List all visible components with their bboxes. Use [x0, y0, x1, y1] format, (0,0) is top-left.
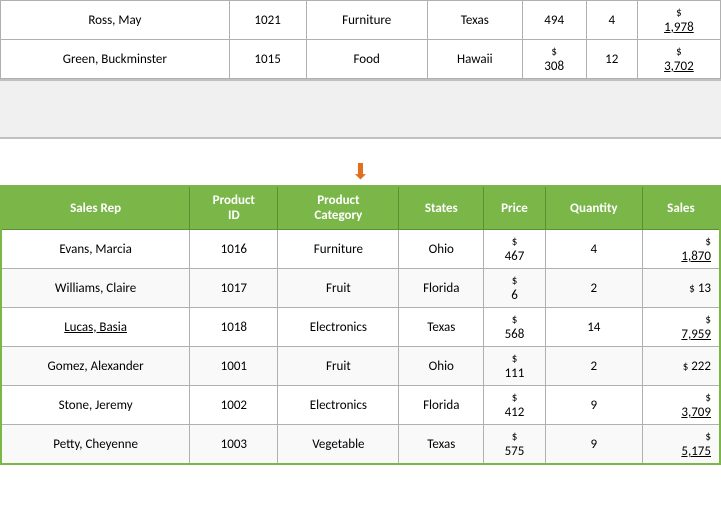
product-category-cell: Electronics: [278, 386, 399, 425]
quantity-cell: 4: [545, 230, 642, 269]
state-cell: Ohio: [399, 347, 484, 386]
price-cell: $6: [484, 269, 545, 308]
arrow-down-icon: ⬇: [351, 158, 369, 185]
state-cell: Ohio: [399, 230, 484, 269]
price-cell: $111: [484, 347, 545, 386]
header-price: Price: [484, 186, 545, 230]
table-row: Ross, May1021FurnitureTexas4944$1,978: [1, 1, 721, 40]
product-category-cell: Vegetable: [278, 425, 399, 465]
header-quantity: Quantity: [545, 186, 642, 230]
header-sales: Sales: [642, 186, 720, 230]
state-cell: Florida: [399, 269, 484, 308]
product-category-cell: Electronics: [278, 308, 399, 347]
product-category-cell: Fruit: [278, 347, 399, 386]
product-id-cell: 1016: [190, 230, 278, 269]
sales-cell: $1,870: [642, 230, 720, 269]
price-cell: 494: [522, 1, 586, 40]
table-row: Lucas, Basia1018ElectronicsTexas$56814$7…: [1, 308, 720, 347]
product-id-cell: 1015: [229, 40, 306, 79]
state-cell: Texas: [399, 308, 484, 347]
quantity-cell: 2: [545, 269, 642, 308]
table-row: Stone, Jeremy1002ElectronicsFlorida$4129…: [1, 386, 720, 425]
quantity-cell: 9: [545, 386, 642, 425]
sales-rep-cell: Williams, Claire: [1, 269, 190, 308]
sales-rep-cell: Gomez, Alexander: [1, 347, 190, 386]
price-cell: $575: [484, 425, 545, 465]
quantity-cell: 2: [545, 347, 642, 386]
header-product-category: ProductCategory: [278, 186, 399, 230]
quantity-cell: 9: [545, 425, 642, 465]
sales-rep-cell: Petty, Cheyenne: [1, 425, 190, 465]
sales-cell: $3,709: [642, 386, 720, 425]
arrow-container: ⬇: [0, 157, 721, 185]
header-states: States: [399, 186, 484, 230]
sales-rep-cell: Green, Buckminster: [1, 40, 230, 79]
price-cell: $568: [484, 308, 545, 347]
sales-cell: $ 13: [642, 269, 720, 308]
price-cell: $308: [522, 40, 586, 79]
sales-cell: $1,978: [637, 1, 720, 40]
state-cell: Texas: [399, 425, 484, 465]
product-category-cell: Furniture: [278, 230, 399, 269]
header-product-id: ProductID: [190, 186, 278, 230]
state-cell: Hawaii: [427, 40, 522, 79]
product-id-cell: 1018: [190, 308, 278, 347]
product-id-cell: 1001: [190, 347, 278, 386]
quantity-cell: 12: [586, 40, 637, 79]
sales-cell: $5,175: [642, 425, 720, 465]
header-sales-rep: Sales Rep: [1, 186, 190, 230]
table-row: Williams, Claire1017FruitFlorida$62$ 13: [1, 269, 720, 308]
sales-rep-cell: Ross, May: [1, 1, 230, 40]
price-cell: $412: [484, 386, 545, 425]
sales-rep-cell: Stone, Jeremy: [1, 386, 190, 425]
product-id-cell: 1021: [229, 1, 306, 40]
sales-rep-cell: Lucas, Basia: [1, 308, 190, 347]
main-table-container: Sales RepProductIDProductCategoryStatesP…: [0, 185, 721, 465]
quantity-cell: 4: [586, 1, 637, 40]
header-row: Sales RepProductIDProductCategoryStatesP…: [1, 186, 720, 230]
product-id-cell: 1002: [190, 386, 278, 425]
product-id-cell: 1003: [190, 425, 278, 465]
product-category-cell: Furniture: [306, 1, 427, 40]
product-id-cell: 1017: [190, 269, 278, 308]
table-row: Petty, Cheyenne1003VegetableTexas$5759$5…: [1, 425, 720, 465]
sales-cell: $ 222: [642, 347, 720, 386]
sales-cell: $3,702: [637, 40, 720, 79]
price-cell: $467: [484, 230, 545, 269]
top-table: Ross, May1021FurnitureTexas4944$1,978Gre…: [0, 0, 721, 79]
table-row: Green, Buckminster1015FoodHawaii$30812$3…: [1, 40, 721, 79]
table-row: Evans, Marcia1016FurnitureOhio$4674$1,87…: [1, 230, 720, 269]
sales-cell: $7,959: [642, 308, 720, 347]
state-cell: Texas: [427, 1, 522, 40]
product-category-cell: Food: [306, 40, 427, 79]
header-label-section: [0, 139, 721, 157]
sales-rep-cell: Evans, Marcia: [1, 230, 190, 269]
table-row: Gomez, Alexander1001FruitOhio$1112$ 222: [1, 347, 720, 386]
main-table: Sales RepProductIDProductCategoryStatesP…: [0, 185, 721, 465]
separator: [0, 79, 721, 139]
top-section: Ross, May1021FurnitureTexas4944$1,978Gre…: [0, 0, 721, 79]
product-category-cell: Fruit: [278, 269, 399, 308]
quantity-cell: 14: [545, 308, 642, 347]
state-cell: Florida: [399, 386, 484, 425]
